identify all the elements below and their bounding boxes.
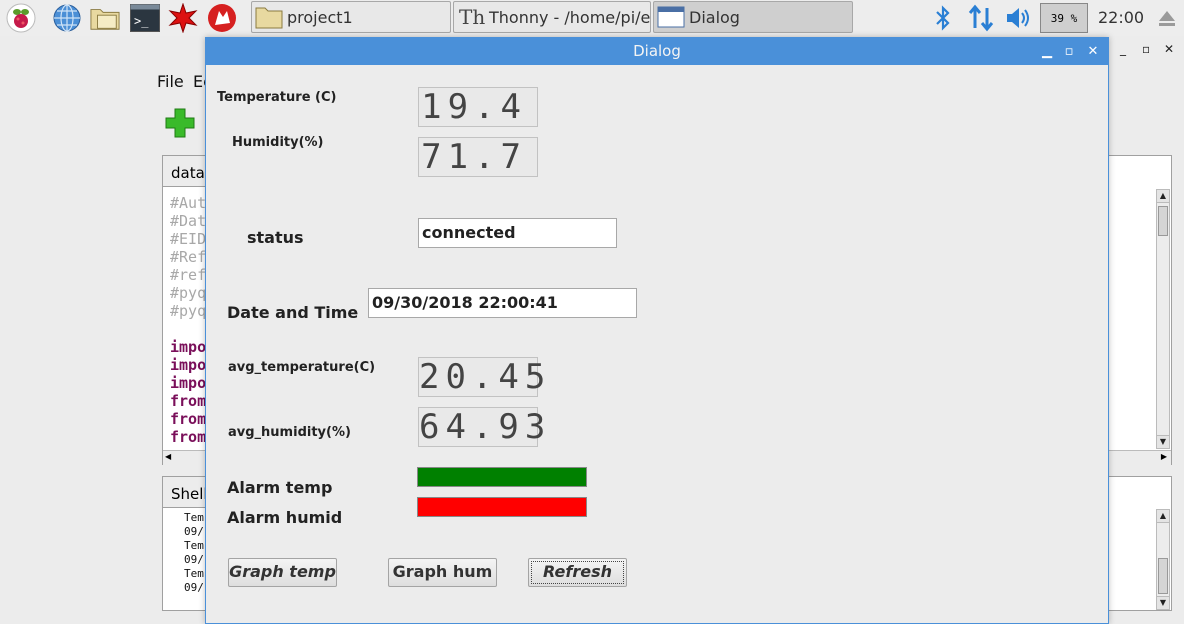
code-line: #EID <box>170 230 207 248</box>
code-line: #pyq <box>170 302 207 320</box>
shell-scrollbar[interactable]: ▲ ▼ <box>1156 509 1170 610</box>
raspberry-menu-icon[interactable] <box>6 3 36 33</box>
task-project1[interactable]: project1 <box>251 1 451 33</box>
code-line: from <box>170 392 207 410</box>
dialog-window: Dialog ▁ ▫ ✕ Temperature (C) 19.4 Humidi… <box>205 37 1109 624</box>
scroll-left-icon[interactable]: ◀ <box>165 452 171 461</box>
scroll-up-icon[interactable]: ▲ <box>1157 190 1169 203</box>
new-file-icon[interactable] <box>164 107 196 143</box>
shell-line: 09/ <box>184 553 204 566</box>
terminal-icon[interactable]: >_ <box>130 3 160 33</box>
eject-icon[interactable] <box>1152 3 1182 33</box>
menu-file[interactable]: File <box>157 72 184 91</box>
clock[interactable]: 22:00 <box>1098 8 1144 27</box>
alarm-temp-label: Alarm temp <box>227 478 333 497</box>
dialog-maximize-icon[interactable]: ▫ <box>1058 38 1080 65</box>
shell-line: Tem <box>184 539 204 552</box>
humidity-lcd: 71.7 <box>418 137 538 177</box>
code-line: #Dat <box>170 212 207 230</box>
temperature-lcd: 19.4 <box>418 87 538 127</box>
graph-temp-button[interactable]: Graph temp <box>228 558 337 587</box>
mathematica-icon[interactable] <box>168 3 198 33</box>
shell-line: Tem <box>184 567 204 580</box>
refresh-button[interactable]: Refresh <box>528 558 627 587</box>
code-line: from <box>170 428 207 446</box>
thonny-icon: Th <box>459 5 485 29</box>
window-icon <box>657 6 685 28</box>
scroll-down-icon[interactable]: ▼ <box>1157 435 1169 448</box>
taskbar: >_ project1 Th Thonny - /home/pi/e... Di… <box>0 0 1184 37</box>
close-icon[interactable]: ✕ <box>1164 42 1174 56</box>
minimize-icon[interactable]: _ <box>1120 42 1126 56</box>
svg-text:>_: >_ <box>134 14 149 28</box>
shell-line: Tem <box>184 511 204 524</box>
file-manager-icon[interactable] <box>90 3 120 33</box>
editor-tab[interactable]: data. <box>162 155 210 187</box>
datetime-field[interactable]: 09/30/2018 22:00:41 <box>368 288 637 318</box>
task-thonny[interactable]: Th Thonny - /home/pi/e... <box>453 1 651 33</box>
shell-scroll-down-icon[interactable]: ▼ <box>1157 596 1169 609</box>
task-dialog[interactable]: Dialog <box>653 1 853 33</box>
scroll-thumb[interactable] <box>1158 206 1168 236</box>
scroll-right-icon[interactable]: ▶ <box>1161 452 1167 461</box>
restore-icon[interactable]: ▫ <box>1142 42 1150 56</box>
dialog-minimize-icon[interactable]: ▁ <box>1036 38 1058 65</box>
shell-line: 09/ <box>184 581 204 594</box>
code-line: #Aut <box>170 194 207 212</box>
volume-icon[interactable] <box>1004 3 1034 33</box>
dialog-close-icon[interactable]: ✕ <box>1082 38 1104 65</box>
editor-scrollbar[interactable]: ▲ ▼ <box>1156 189 1170 449</box>
code-line: from <box>170 410 207 428</box>
svg-text:Th: Th <box>459 5 485 29</box>
status-field[interactable]: connected <box>418 218 617 248</box>
avg-humidity-lcd: 64.93 <box>418 407 552 447</box>
avg-temperature-lcd: 20.45 <box>418 357 552 397</box>
task-thonny-label: Thonny - /home/pi/e... <box>489 7 651 27</box>
avg-humidity-label: avg_humidity(%) <box>228 425 351 440</box>
datetime-label: Date and Time <box>227 303 359 322</box>
shell-scroll-up-icon[interactable]: ▲ <box>1157 510 1169 523</box>
code-line: impo <box>170 374 207 392</box>
network-icon[interactable] <box>966 3 996 33</box>
wolfram-icon[interactable] <box>207 3 237 33</box>
avg-temperature-label: avg_temperature(C) <box>228 360 376 375</box>
shell-tab[interactable]: Shell <box>162 476 208 508</box>
folder-icon <box>255 7 283 29</box>
dialog-title[interactable]: Dialog <box>206 38 1108 65</box>
alarm-humid-indicator <box>417 497 587 517</box>
temperature-label: Temperature (C) <box>217 90 337 105</box>
code-line: impo <box>170 338 207 356</box>
cpu-monitor[interactable]: 39 % <box>1040 3 1088 33</box>
humidity-label: Humidity(%) <box>232 135 324 150</box>
code-line: impo <box>170 356 207 374</box>
task-dialog-label: Dialog <box>689 7 740 27</box>
graph-hum-button[interactable]: Graph hum <box>388 558 497 587</box>
alarm-temp-indicator <box>417 467 587 487</box>
web-browser-icon[interactable] <box>52 3 82 33</box>
code-line: #Ref <box>170 248 207 266</box>
alarm-humid-label: Alarm humid <box>227 508 343 527</box>
code-line: #ref <box>170 266 207 284</box>
shell-scroll-thumb[interactable] <box>1158 558 1168 594</box>
bluetooth-icon[interactable] <box>928 3 958 33</box>
shell-line: 09/ <box>184 525 204 538</box>
code-line: #pyq <box>170 284 207 302</box>
task-project1-label: project1 <box>287 7 353 27</box>
status-label: status <box>247 228 304 247</box>
